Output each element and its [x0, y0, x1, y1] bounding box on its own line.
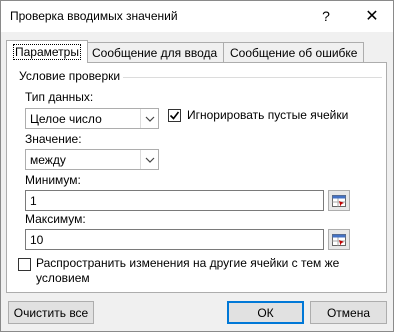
minimum-collapse-dialog-button[interactable] — [328, 190, 350, 211]
tab-input-message-label: Сообщение для ввода — [92, 46, 218, 60]
chevron-down-icon — [140, 150, 158, 169]
maximum-label: Максимум: — [25, 212, 86, 226]
apply-to-all-checkbox[interactable] — [18, 258, 31, 271]
dialog-title: Проверка вводимых значений — [10, 9, 178, 23]
data-type-value: Целое число — [30, 112, 102, 126]
close-button[interactable]: ✕ — [359, 4, 385, 28]
data-type-label: Тип данных: — [25, 90, 94, 104]
collapse-dialog-icon — [332, 233, 346, 246]
ok-button[interactable]: ОК — [227, 301, 304, 324]
tab-settings-label: Параметры — [13, 44, 81, 60]
maximum-collapse-dialog-button[interactable] — [328, 229, 350, 250]
help-button[interactable]: ? — [313, 4, 339, 28]
group-divider — [123, 77, 382, 78]
minimum-label: Минимум: — [25, 173, 81, 187]
settings-panel: Условие проверки Тип данных: Целое число… — [6, 62, 387, 293]
operator-select[interactable]: между — [25, 149, 159, 170]
tab-error-alert-label: Сообщение об ошибке — [230, 46, 358, 60]
tab-settings[interactable]: Параметры — [6, 40, 88, 63]
ignore-blank-label: Игнорировать пустые ячейки — [187, 108, 349, 122]
cancel-label: Отмена — [326, 305, 371, 320]
cancel-button[interactable]: Отмена — [310, 301, 387, 324]
tab-input-message[interactable]: Сообщение для ввода — [85, 42, 225, 62]
maximum-value: 10 — [30, 233, 44, 247]
apply-to-all-label-line1: Распространить изменения на другие ячейк… — [36, 256, 340, 270]
title-bar: Проверка вводимых значений ? ✕ — [1, 1, 393, 32]
apply-to-all-label-line2: условием — [36, 271, 90, 285]
collapse-dialog-icon — [332, 194, 346, 207]
checkmark-icon — [169, 111, 180, 120]
clear-all-label: Очистить все — [13, 305, 89, 320]
minimum-value: 1 — [30, 194, 37, 208]
ignore-blank-checkbox[interactable] — [168, 109, 181, 122]
data-validation-dialog: Проверка вводимых значений ? ✕ Параметры… — [0, 0, 394, 332]
clear-all-button[interactable]: Очистить все — [8, 301, 94, 324]
operator-value: между — [30, 153, 66, 167]
validation-criteria-title: Условие проверки — [19, 69, 121, 83]
maximum-input[interactable]: 10 — [25, 229, 324, 250]
chevron-down-icon — [140, 109, 158, 128]
tab-error-alert[interactable]: Сообщение об ошибке — [223, 42, 365, 62]
minimum-input[interactable]: 1 — [25, 190, 324, 211]
ok-label: ОК — [257, 305, 274, 320]
operator-label: Значение: — [25, 132, 82, 146]
data-type-select[interactable]: Целое число — [25, 108, 159, 129]
